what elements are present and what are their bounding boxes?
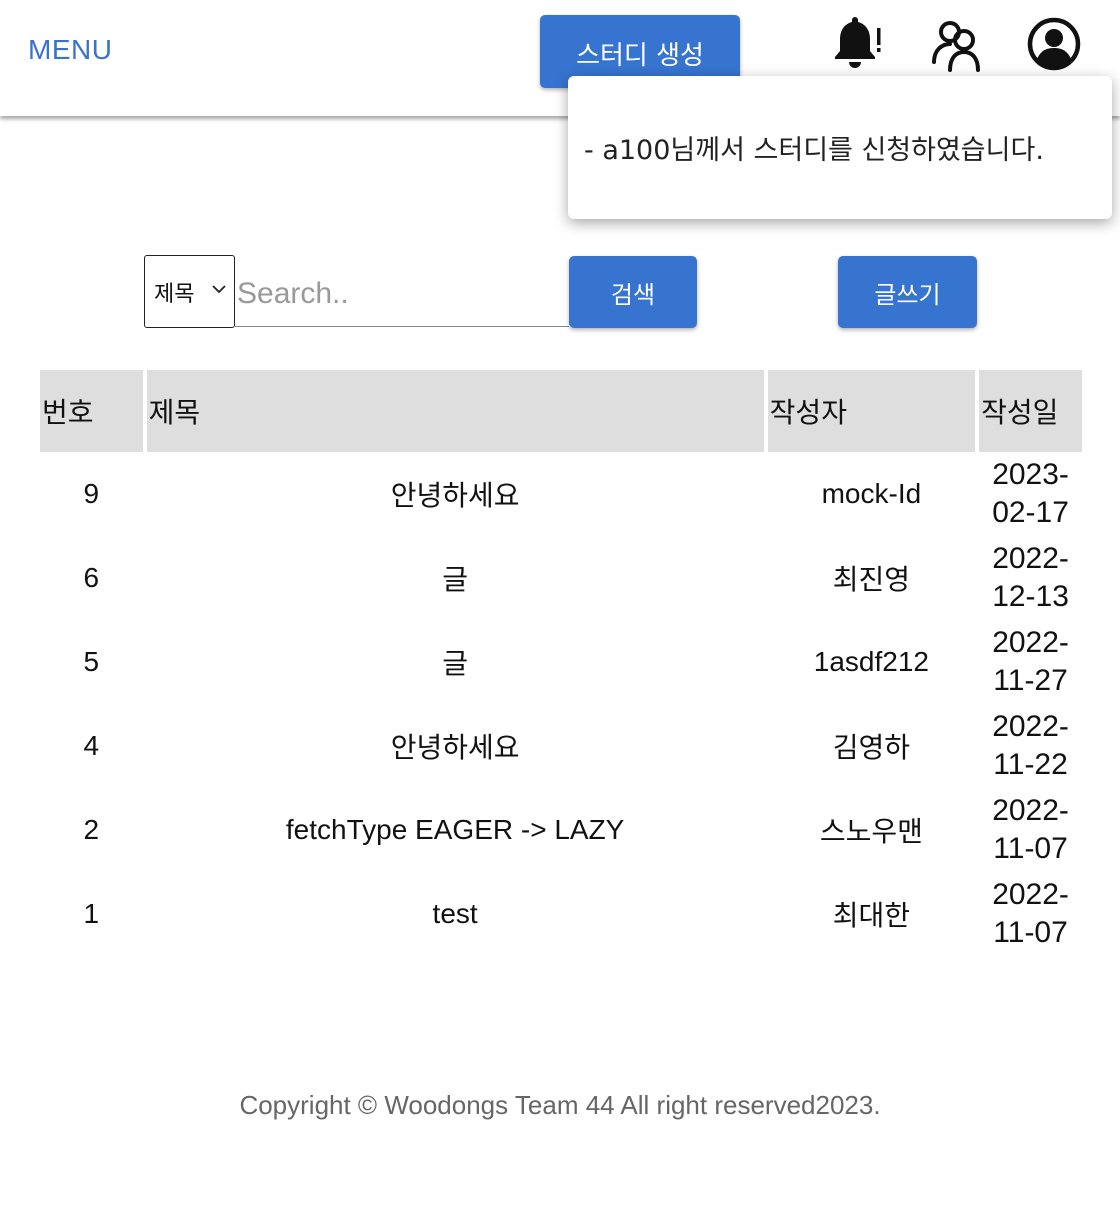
row-title[interactable]: 글: [147, 536, 764, 620]
row-date-monthday: 02-17: [992, 496, 1069, 529]
row-number: 9: [83, 478, 100, 509]
row-date: 2022- 11-22: [979, 704, 1082, 788]
row-date: 2022- 11-27: [979, 620, 1082, 704]
row-date: 2023- 02-17: [979, 452, 1082, 536]
row-date-year: 2022-: [992, 710, 1069, 743]
notification-message: - a100님께서 스터디를 신청하였습니다.: [584, 135, 1044, 166]
search-placeholder: Search..: [237, 276, 349, 310]
row-number: 1: [83, 898, 100, 929]
row-author: 김영하: [832, 732, 911, 763]
row-date: 2022- 12-13: [979, 536, 1082, 620]
row-author: mock-Id: [821, 478, 922, 509]
row-title[interactable]: fetchType EAGER -> LAZY: [147, 788, 764, 872]
row-author: 스노우맨: [819, 816, 923, 847]
search-bar: 제목 Search.. 검색 글쓰기: [0, 255, 1120, 329]
row-date-monthday: 11-22: [993, 748, 1068, 781]
row-date-monthday: 11-27: [993, 664, 1068, 697]
column-header-date: 작성일: [979, 370, 1082, 452]
user-account-icon[interactable]: [1024, 14, 1084, 74]
row-title[interactable]: 안녕하세요: [147, 452, 764, 536]
table-row[interactable]: 6 글 최진영 2022- 12-13: [40, 536, 1082, 620]
menu-link[interactable]: MENU: [28, 34, 112, 66]
row-date-year: 2022-: [992, 542, 1069, 575]
row-number: 2: [83, 814, 100, 845]
table-row[interactable]: 4 안녕하세요 김영하 2022- 11-22: [40, 704, 1082, 788]
people-icon[interactable]: [928, 14, 988, 74]
row-number: 6: [83, 562, 100, 593]
column-header-title: 제목: [146, 370, 764, 452]
row-title[interactable]: 안녕하세요: [147, 704, 764, 788]
search-button[interactable]: 검색: [569, 256, 697, 328]
footer-copyright: Copyright © Woodongs Team 44 All right r…: [239, 1090, 881, 1120]
search-filter-select[interactable]: 제목: [144, 255, 235, 328]
table-header-row: 번호 제목 작성자 작성일: [40, 370, 1082, 452]
row-date: 2022- 11-07: [979, 872, 1082, 956]
row-date-monthday: 11-07: [993, 832, 1068, 865]
row-title[interactable]: test: [147, 872, 764, 956]
row-date-year: 2022-: [992, 878, 1069, 911]
row-number: 4: [83, 730, 100, 761]
table-row[interactable]: 2 fetchType EAGER -> LAZY 스노우맨 2022- 11-0…: [40, 788, 1082, 872]
row-author: 1asdf212: [813, 646, 929, 677]
table-row[interactable]: 9 안녕하세요 mock-Id 2023- 02-17: [40, 452, 1082, 536]
row-date-year: 2022-: [992, 794, 1069, 827]
row-title[interactable]: 글: [147, 620, 764, 704]
search-filter-value: 제목: [154, 281, 195, 307]
row-date: 2022- 11-07: [979, 788, 1082, 872]
row-date-year: 2023-: [992, 458, 1069, 491]
row-author: 최진영: [832, 564, 911, 595]
row-date-monthday: 11-07: [993, 916, 1068, 949]
row-date-year: 2022-: [992, 626, 1069, 659]
row-number: 5: [83, 646, 100, 677]
column-header-number: 번호: [40, 370, 143, 452]
table-row[interactable]: 5 글 1asdf212 2022- 11-27: [40, 620, 1082, 704]
search-input[interactable]: Search..: [235, 261, 569, 327]
bell-alert-icon[interactable]: [826, 14, 886, 74]
row-author: 최대한: [832, 900, 911, 931]
study-board-table: 번호 제목 작성자 작성일 9 안녕하세요 mock-Id 2023- 02-17…: [36, 370, 1086, 956]
chevron-down-icon: [212, 285, 226, 294]
table-row[interactable]: 1 test 최대한 2022- 11-07: [40, 872, 1082, 956]
row-date-monthday: 12-13: [992, 580, 1069, 613]
notification-popup: - a100님께서 스터디를 신청하였습니다.: [568, 76, 1112, 219]
column-header-author: 작성자: [767, 370, 976, 452]
write-post-button[interactable]: 글쓰기: [838, 256, 977, 328]
